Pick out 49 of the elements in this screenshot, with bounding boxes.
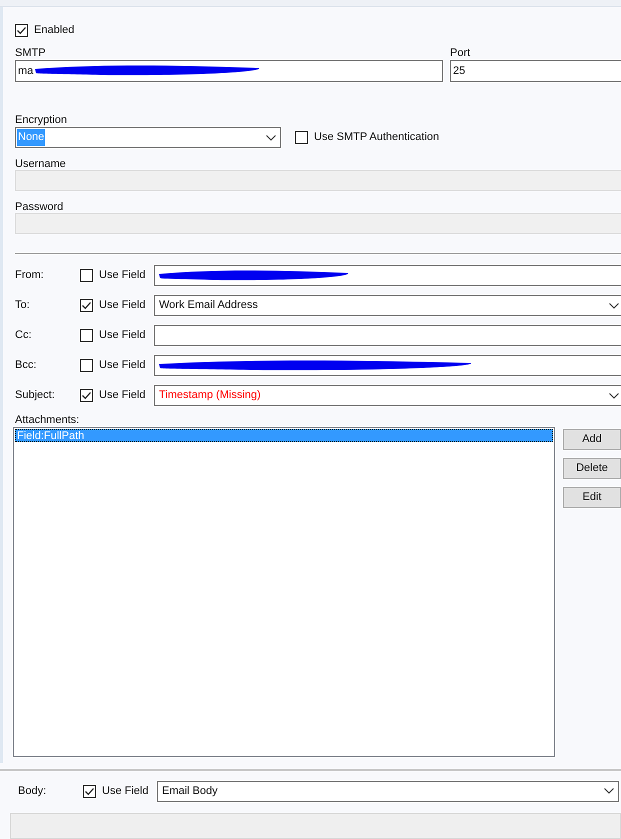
checkbox-label: Use Field xyxy=(99,388,146,404)
row-label: From: xyxy=(15,268,45,284)
section-label: Attachments: xyxy=(15,413,80,427)
checkbox-label: Use SMTP Authentication xyxy=(314,130,440,146)
selected-value: None xyxy=(17,129,46,146)
input-field[interactable]: 25 xyxy=(450,60,621,82)
field-label: SMTP xyxy=(15,46,47,60)
row-label: Body: xyxy=(18,784,48,799)
field-value: ma xyxy=(18,64,34,79)
field-label: Encryption xyxy=(15,113,68,127)
checkbox[interactable] xyxy=(295,131,308,144)
input-field[interactable] xyxy=(154,265,621,286)
input-field[interactable] xyxy=(154,325,621,346)
field-label: Password xyxy=(15,200,64,213)
field-label: Port xyxy=(450,46,472,60)
checkbox-label: Use Field xyxy=(102,784,148,799)
action-button[interactable]: Delete xyxy=(563,458,621,479)
checkbox[interactable] xyxy=(15,24,28,36)
caret-icon xyxy=(604,788,614,794)
dropdown[interactable]: Timestamp (Missing) xyxy=(154,385,621,406)
checkbox-label: Use Field xyxy=(99,298,146,314)
checkbox[interactable] xyxy=(80,389,93,402)
checkbox[interactable] xyxy=(80,359,93,372)
checkbox[interactable] xyxy=(80,329,93,342)
checkbox-label: Enabled xyxy=(34,22,74,38)
selected-value: Timestamp (Missing) xyxy=(159,388,261,404)
selected-value: Email Body xyxy=(162,784,218,799)
selected-value: Work Email Address xyxy=(159,298,258,314)
field-value: 25 xyxy=(453,64,466,79)
checkbox[interactable] xyxy=(83,784,96,798)
checkbox-label: Use Field xyxy=(99,358,146,374)
caret-icon xyxy=(609,392,619,398)
input-field[interactable] xyxy=(154,355,621,376)
checkbox-label: Use Field xyxy=(99,328,146,344)
checkbox[interactable] xyxy=(80,269,93,282)
caret-icon xyxy=(266,134,276,140)
row-label: To: xyxy=(15,298,31,314)
row-label: Bcc: xyxy=(15,358,38,374)
checkbox-label: Use Field xyxy=(99,268,146,284)
row-label: Cc: xyxy=(15,328,32,344)
action-button[interactable]: Edit xyxy=(563,487,621,508)
row-label: Subject: xyxy=(15,388,56,404)
field-label: Username xyxy=(15,157,67,170)
caret-icon xyxy=(609,302,619,308)
dropdown[interactable]: Work Email Address xyxy=(154,295,621,316)
action-button[interactable]: Add xyxy=(563,429,621,450)
dropdown[interactable]: Email Body xyxy=(157,780,619,802)
input-field[interactable]: ma xyxy=(15,60,443,82)
checkbox[interactable] xyxy=(80,299,93,312)
